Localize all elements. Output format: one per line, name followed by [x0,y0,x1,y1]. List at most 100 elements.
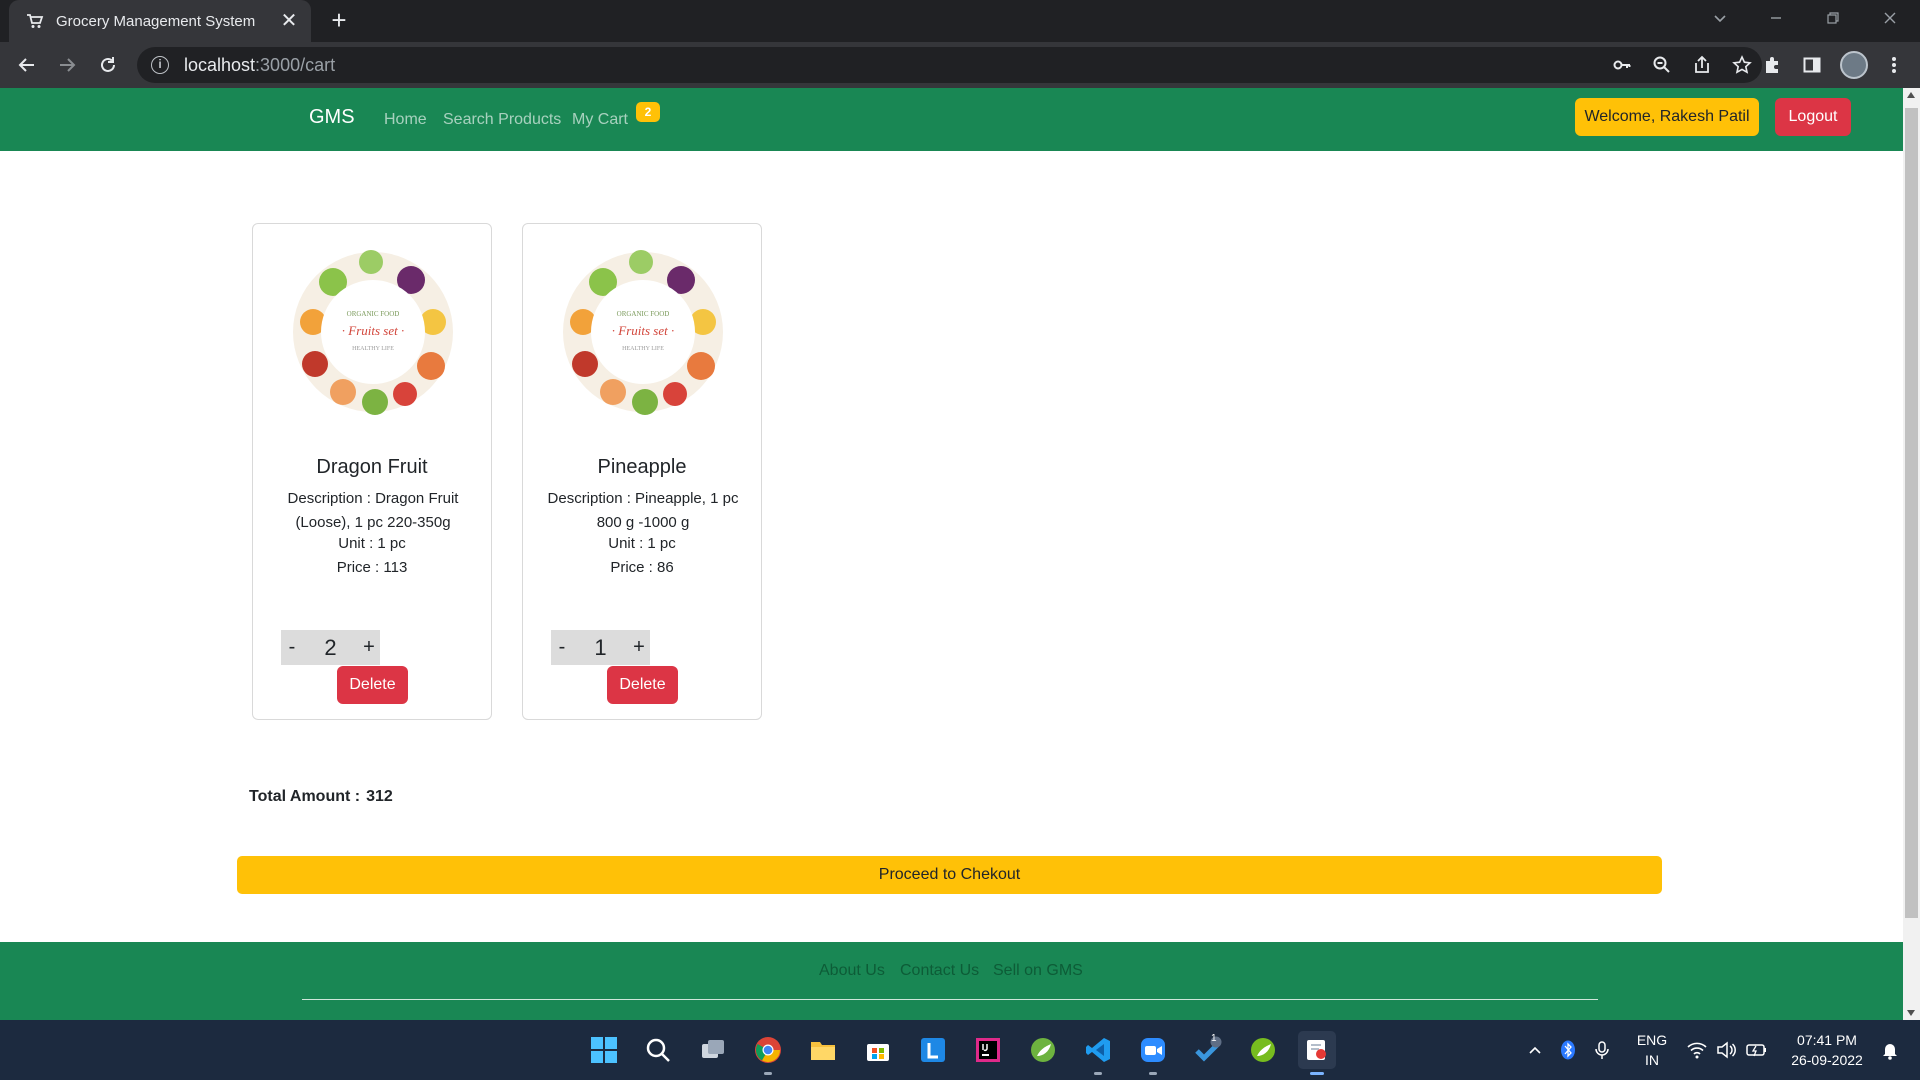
decrease-quantity-button[interactable]: - [281,636,303,659]
url-host: localhost [184,54,256,75]
scroll-up-arrow-icon[interactable] [1907,92,1915,98]
tab-title: Grocery Management System [56,12,256,30]
running-indicator [1149,1072,1157,1075]
extensions-icon[interactable] [1758,51,1786,79]
wifi-icon[interactable] [1687,1020,1707,1080]
proceed-to-checkout-button[interactable]: Proceed to Chekout [237,856,1662,894]
quantity-value: 2 [324,634,337,660]
app-footer: About Us Contact Us Sell on GMS [0,942,1903,1020]
total-amount-label: Total Amount : [249,788,361,805]
close-window-icon[interactable] [1870,6,1910,36]
new-tab-button[interactable]: + [326,7,352,34]
browser-tab-active[interactable]: Grocery Management System ✕ [9,0,311,42]
logout-button[interactable]: Logout [1775,98,1851,136]
total-amount: Total Amount : 312 [249,788,393,806]
product-image: ORGANIC FOOD · Fruits set · HEALTHY LIFE [283,242,463,422]
decrease-quantity-button[interactable]: - [551,636,573,659]
footer-link-about-us[interactable]: About Us [819,962,885,980]
zoom-app-icon[interactable] [1134,1031,1172,1075]
system-clock[interactable]: 07:41 PM 26-09-2022 [1776,1030,1878,1070]
welcome-user-button[interactable]: Welcome, Rakesh Patil [1575,98,1759,136]
product-price: Price : 113 [336,559,408,576]
tab-close-icon[interactable]: ✕ [279,11,299,31]
notification-count-badge: 1 [1211,1033,1217,1044]
share-icon[interactable] [1682,47,1722,83]
restore-icon[interactable] [1813,6,1853,36]
page-scrollbar[interactable] [1903,88,1920,1020]
clock-time: 07:41 PM [1797,1032,1857,1048]
page-viewport: GMS Home Search Products My Cart 2 Welco… [0,88,1903,1020]
product-unit: Unit : 1 pc [608,535,676,552]
browser-menu-icon[interactable] [1880,51,1908,79]
increase-quantity-button[interactable]: + [628,636,650,659]
intellij-icon[interactable] [969,1031,1007,1069]
cart-item-card: ORGANIC FOOD · Fruits set · HEALTHY LIFE… [252,223,492,720]
side-panel-icon[interactable] [1798,51,1826,79]
delete-item-button[interactable]: Delete [607,666,678,704]
product-name: Dragon Fruit [316,456,428,478]
cart-count-badge: 2 [636,102,660,122]
scroll-down-arrow-icon[interactable] [1907,1010,1915,1016]
chrome-icon[interactable] [749,1031,787,1075]
bookmark-star-icon[interactable] [1722,47,1762,83]
back-arrow-icon[interactable] [13,51,41,79]
os-taskbar: 1 ENG IN 07:41 PM 26-09-2022 [0,1020,1920,1080]
increase-quantity-button[interactable]: + [358,636,380,659]
windows-start-icon[interactable] [585,1031,623,1069]
quantity-value: 1 [594,634,607,660]
spring-tools-icon[interactable] [1024,1031,1062,1069]
bluetooth-icon[interactable] [1560,1020,1576,1080]
snipping-tool-icon[interactable] [1298,1031,1336,1075]
browser-tab-strip: Grocery Management System ✕ + [0,0,1920,42]
notification-bell-icon[interactable] [1880,1020,1900,1080]
site-info-icon[interactable]: i [151,56,169,74]
product-unit: Unit : 1 pc [338,535,406,552]
footer-link-sell-on-gms[interactable]: Sell on GMS [993,962,1083,980]
nav-link-search-products[interactable]: Search Products [443,111,561,129]
cart-favicon-icon [26,12,44,30]
region-code: IN [1645,1052,1659,1068]
key-icon[interactable] [1602,47,1642,83]
vscode-icon[interactable] [1079,1031,1117,1075]
image-label-bottom: HEALTHY LIFE [352,346,394,352]
cart-item-card: ORGANIC FOOD · Fruits set · HEALTHY LIFE… [522,223,762,720]
image-label-top: ORGANIC FOOD [347,310,400,318]
minimize-icon[interactable] [1756,6,1796,36]
address-bar[interactable]: i localhost :3000/cart [137,47,1762,83]
running-indicator [1310,1072,1324,1075]
image-label-main: · Fruits set · [342,323,404,338]
battery-icon[interactable] [1746,1020,1768,1080]
reload-icon[interactable] [94,51,122,79]
spring-boot-icon[interactable] [1244,1031,1282,1069]
footer-divider [302,999,1598,1000]
task-view-icon[interactable] [694,1031,732,1069]
image-label-main: · Fruits set · [612,323,674,338]
file-explorer-icon[interactable] [804,1031,842,1069]
microphone-icon[interactable] [1594,1020,1610,1080]
product-image: ORGANIC FOOD · Fruits set · HEALTHY LIFE [553,242,733,422]
running-indicator [764,1072,772,1075]
nav-link-my-cart[interactable]: My Cart [572,111,628,129]
language-indicator[interactable]: ENG IN [1632,1030,1672,1070]
zoom-icon[interactable] [1642,47,1682,83]
quantity-stepper: - 2 + [281,630,380,665]
todo-app-icon[interactable]: 1 [1189,1031,1227,1069]
search-icon[interactable] [639,1031,677,1069]
url-path: :3000/cart [255,54,336,75]
running-indicator [1094,1072,1102,1075]
quantity-stepper: - 1 + [551,630,650,665]
microsoft-store-icon[interactable] [859,1031,897,1069]
product-description: Description : Dragon Fruit (Loose), 1 pc… [287,490,459,531]
scrollbar-thumb[interactable] [1905,108,1918,918]
volume-icon[interactable] [1716,1020,1736,1080]
clock-date: 26-09-2022 [1791,1052,1863,1068]
tab-search-icon[interactable] [1700,6,1740,36]
show-hidden-icons-icon[interactable] [1527,1020,1543,1080]
profile-avatar[interactable] [1840,51,1868,79]
brand-logo[interactable]: GMS [309,106,355,129]
forward-arrow-icon[interactable] [53,51,81,79]
nav-link-home[interactable]: Home [384,111,427,129]
launcher-l-icon[interactable] [914,1031,952,1069]
footer-link-contact-us[interactable]: Contact Us [900,962,979,980]
delete-item-button[interactable]: Delete [337,666,408,704]
